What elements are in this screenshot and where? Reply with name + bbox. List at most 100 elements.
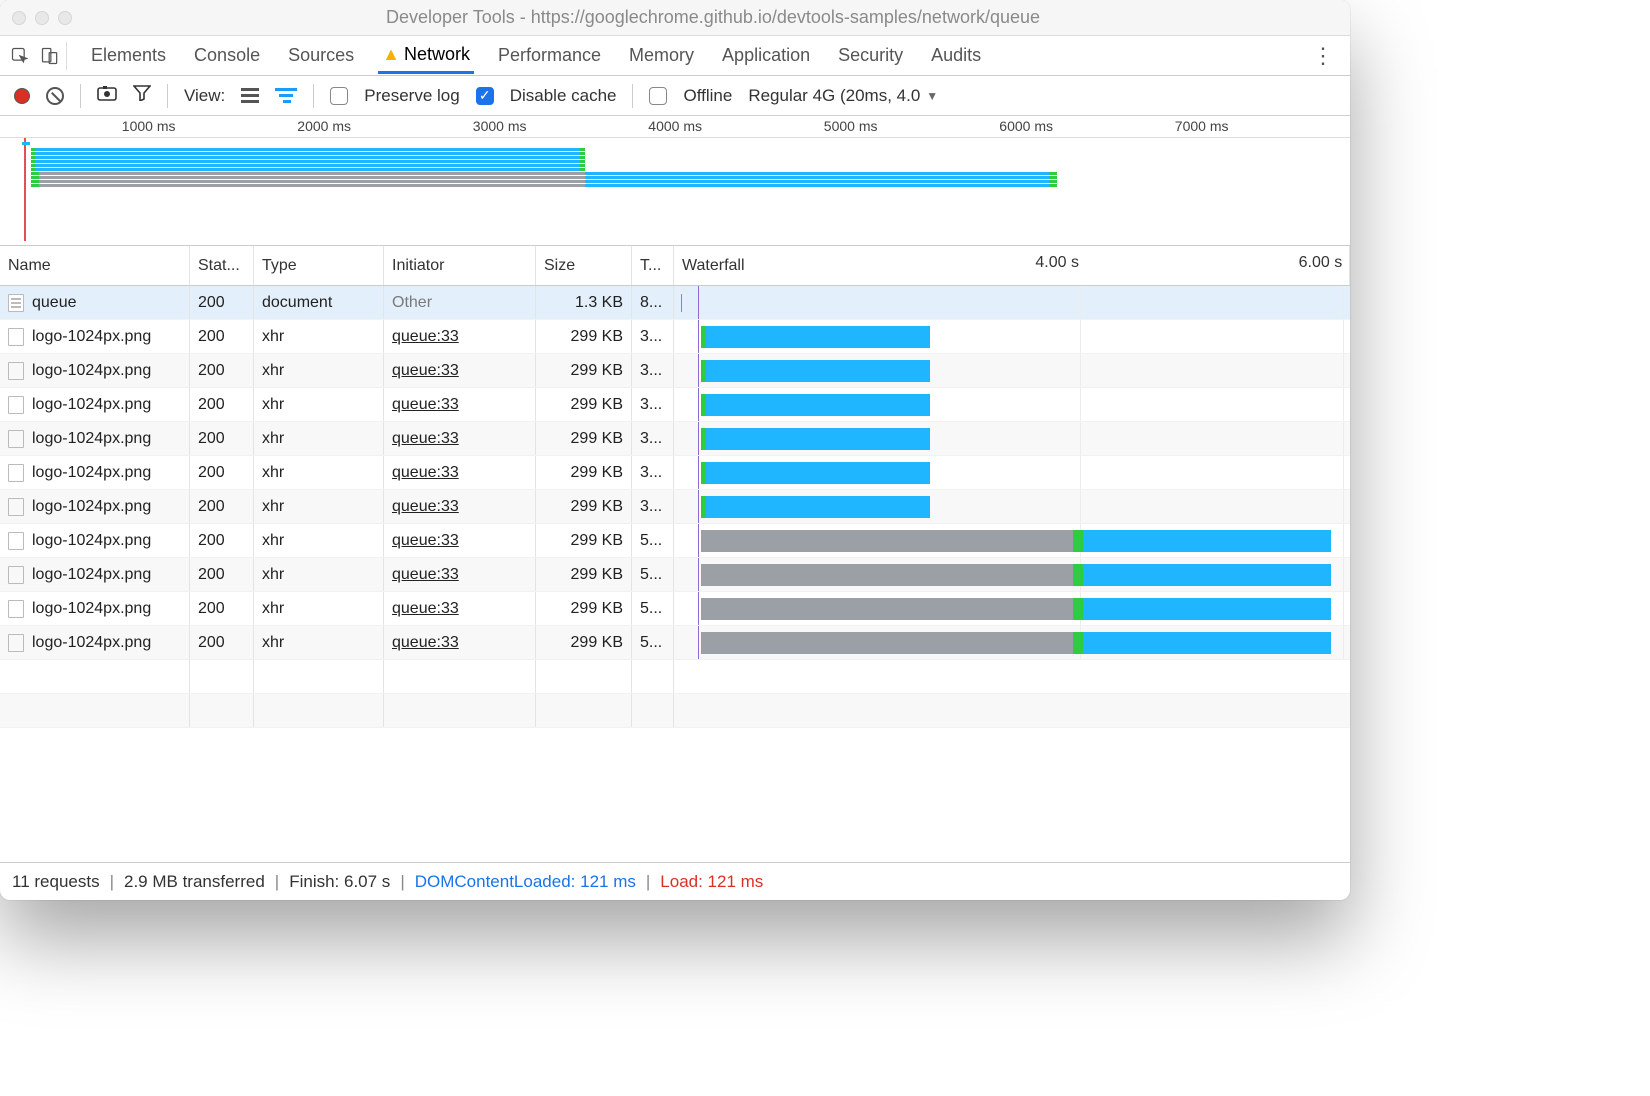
request-waterfall[interactable] <box>674 388 1350 421</box>
request-status: 200 <box>190 592 254 625</box>
request-initiator[interactable]: queue:33 <box>392 566 459 584</box>
col-status[interactable]: Stat... <box>190 246 254 285</box>
request-waterfall[interactable] <box>674 422 1350 455</box>
tab-audits[interactable]: Audits <box>927 39 985 72</box>
request-waterfall[interactable] <box>674 490 1350 523</box>
col-type[interactable]: Type <box>254 246 384 285</box>
close-window-button[interactable] <box>12 11 26 25</box>
request-waterfall[interactable] <box>674 286 1350 319</box>
clear-button[interactable] <box>46 87 64 105</box>
capture-screenshots-icon[interactable] <box>97 85 117 106</box>
tab-elements[interactable]: Elements <box>87 39 170 72</box>
col-initiator[interactable]: Initiator <box>384 246 536 285</box>
table-body[interactable]: queue200documentOther1.3 KB8...logo-1024… <box>0 286 1350 862</box>
overview-tick: 6000 ms <box>999 118 1053 134</box>
waterfall-view-icon[interactable] <box>275 88 297 103</box>
chevron-down-icon: ▼ <box>926 89 938 103</box>
table-row[interactable]: logo-1024px.png200xhrqueue:33299 KB5... <box>0 524 1350 558</box>
overview-bar <box>31 156 585 159</box>
overview-load-marker <box>24 138 26 241</box>
request-status: 200 <box>190 422 254 455</box>
overview-bar <box>31 180 1057 183</box>
table-row[interactable]: logo-1024px.png200xhrqueue:33299 KB3... <box>0 320 1350 354</box>
network-overview[interactable]: 1000 ms2000 ms3000 ms4000 ms5000 ms6000 … <box>0 116 1350 246</box>
record-button[interactable] <box>14 88 30 104</box>
request-initiator[interactable]: queue:33 <box>392 396 459 414</box>
request-type: xhr <box>254 422 384 455</box>
offline-checkbox[interactable] <box>649 87 667 105</box>
request-waterfall[interactable] <box>674 558 1350 591</box>
table-row[interactable]: logo-1024px.png200xhrqueue:33299 KB3... <box>0 354 1350 388</box>
tab-network[interactable]: ▲Network <box>378 38 474 74</box>
status-requests: 11 requests <box>12 872 100 892</box>
more-menu-icon[interactable]: ⋮ <box>1306 43 1340 69</box>
request-initiator[interactable]: queue:33 <box>392 498 459 516</box>
request-initiator[interactable]: queue:33 <box>392 362 459 380</box>
tab-security[interactable]: Security <box>834 39 907 72</box>
request-initiator[interactable]: queue:33 <box>392 328 459 346</box>
request-waterfall[interactable] <box>674 354 1350 387</box>
main-tabs: Elements Console Sources ▲Network Performanc… <box>0 36 1350 76</box>
device-toggle-icon[interactable] <box>40 46 60 66</box>
request-waterfall[interactable] <box>674 626 1350 659</box>
request-waterfall[interactable] <box>674 456 1350 489</box>
preserve-log-checkbox[interactable] <box>330 87 348 105</box>
disable-cache-checkbox[interactable]: ✓ <box>476 87 494 105</box>
request-size: 299 KB <box>536 524 632 557</box>
throttling-select[interactable]: Regular 4G (20ms, 4.0 ▼ <box>748 86 938 106</box>
file-icon <box>8 566 24 584</box>
traffic-lights[interactable] <box>12 11 72 25</box>
request-type: xhr <box>254 456 384 489</box>
minimize-window-button[interactable] <box>35 11 49 25</box>
tab-application[interactable]: Application <box>718 39 814 72</box>
tab-memory[interactable]: Memory <box>625 39 698 72</box>
request-waterfall[interactable] <box>674 524 1350 557</box>
table-row[interactable]: logo-1024px.png200xhrqueue:33299 KB5... <box>0 558 1350 592</box>
filter-icon[interactable] <box>133 85 151 106</box>
overview-bar <box>31 164 585 167</box>
request-size: 299 KB <box>536 490 632 523</box>
zoom-window-button[interactable] <box>58 11 72 25</box>
tab-performance[interactable]: Performance <box>494 39 605 72</box>
request-size: 299 KB <box>536 456 632 489</box>
col-waterfall[interactable]: Waterfall 4.00 s6.00 s <box>674 246 1350 285</box>
file-icon <box>8 430 24 448</box>
waterfall-tick: 4.00 s <box>1035 254 1079 272</box>
request-initiator[interactable]: queue:33 <box>392 430 459 448</box>
disable-cache-label: Disable cache <box>510 86 617 106</box>
table-row[interactable]: queue200documentOther1.3 KB8... <box>0 286 1350 320</box>
request-name: logo-1024px.png <box>32 464 151 482</box>
overview-bar <box>31 184 1057 187</box>
table-row[interactable]: logo-1024px.png200xhrqueue:33299 KB3... <box>0 388 1350 422</box>
request-table: Name Stat... Type Initiator Size T... Wa… <box>0 246 1350 862</box>
request-status: 200 <box>190 354 254 387</box>
status-domcontentloaded: DOMContentLoaded: 121 ms <box>415 872 636 892</box>
file-icon <box>8 396 24 414</box>
table-row[interactable]: logo-1024px.png200xhrqueue:33299 KB3... <box>0 422 1350 456</box>
col-time[interactable]: T... <box>632 246 674 285</box>
request-time: 3... <box>632 388 674 421</box>
table-row[interactable]: logo-1024px.png200xhrqueue:33299 KB3... <box>0 490 1350 524</box>
tab-console[interactable]: Console <box>190 39 264 72</box>
large-rows-icon[interactable] <box>241 88 259 103</box>
request-initiator: Other <box>392 294 432 312</box>
table-row[interactable]: logo-1024px.png200xhrqueue:33299 KB5... <box>0 626 1350 660</box>
col-name[interactable]: Name <box>0 246 190 285</box>
table-row[interactable]: logo-1024px.png200xhrqueue:33299 KB3... <box>0 456 1350 490</box>
col-size[interactable]: Size <box>536 246 632 285</box>
request-initiator[interactable]: queue:33 <box>392 464 459 482</box>
request-waterfall[interactable] <box>674 592 1350 625</box>
table-row[interactable]: logo-1024px.png200xhrqueue:33299 KB5... <box>0 592 1350 626</box>
request-waterfall[interactable] <box>674 320 1350 353</box>
request-initiator[interactable]: queue:33 <box>392 634 459 652</box>
request-initiator[interactable]: queue:33 <box>392 532 459 550</box>
request-type: xhr <box>254 592 384 625</box>
request-time: 5... <box>632 524 674 557</box>
request-initiator[interactable]: queue:33 <box>392 600 459 618</box>
tab-sources[interactable]: Sources <box>284 39 358 72</box>
file-icon <box>8 600 24 618</box>
request-size: 299 KB <box>536 388 632 421</box>
file-icon <box>8 328 24 346</box>
throttling-value: Regular 4G (20ms, 4.0 <box>748 86 920 106</box>
inspect-element-icon[interactable] <box>10 46 30 66</box>
